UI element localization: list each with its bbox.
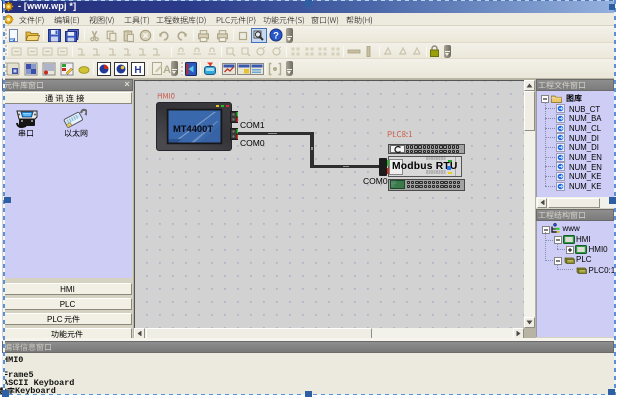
- svg-text:MT4400T: MT4400T: [172, 123, 212, 134]
- svg-text:A: A: [163, 64, 171, 76]
- svg-text:?: ?: [273, 31, 279, 42]
- svg-text:H: H: [134, 65, 141, 76]
